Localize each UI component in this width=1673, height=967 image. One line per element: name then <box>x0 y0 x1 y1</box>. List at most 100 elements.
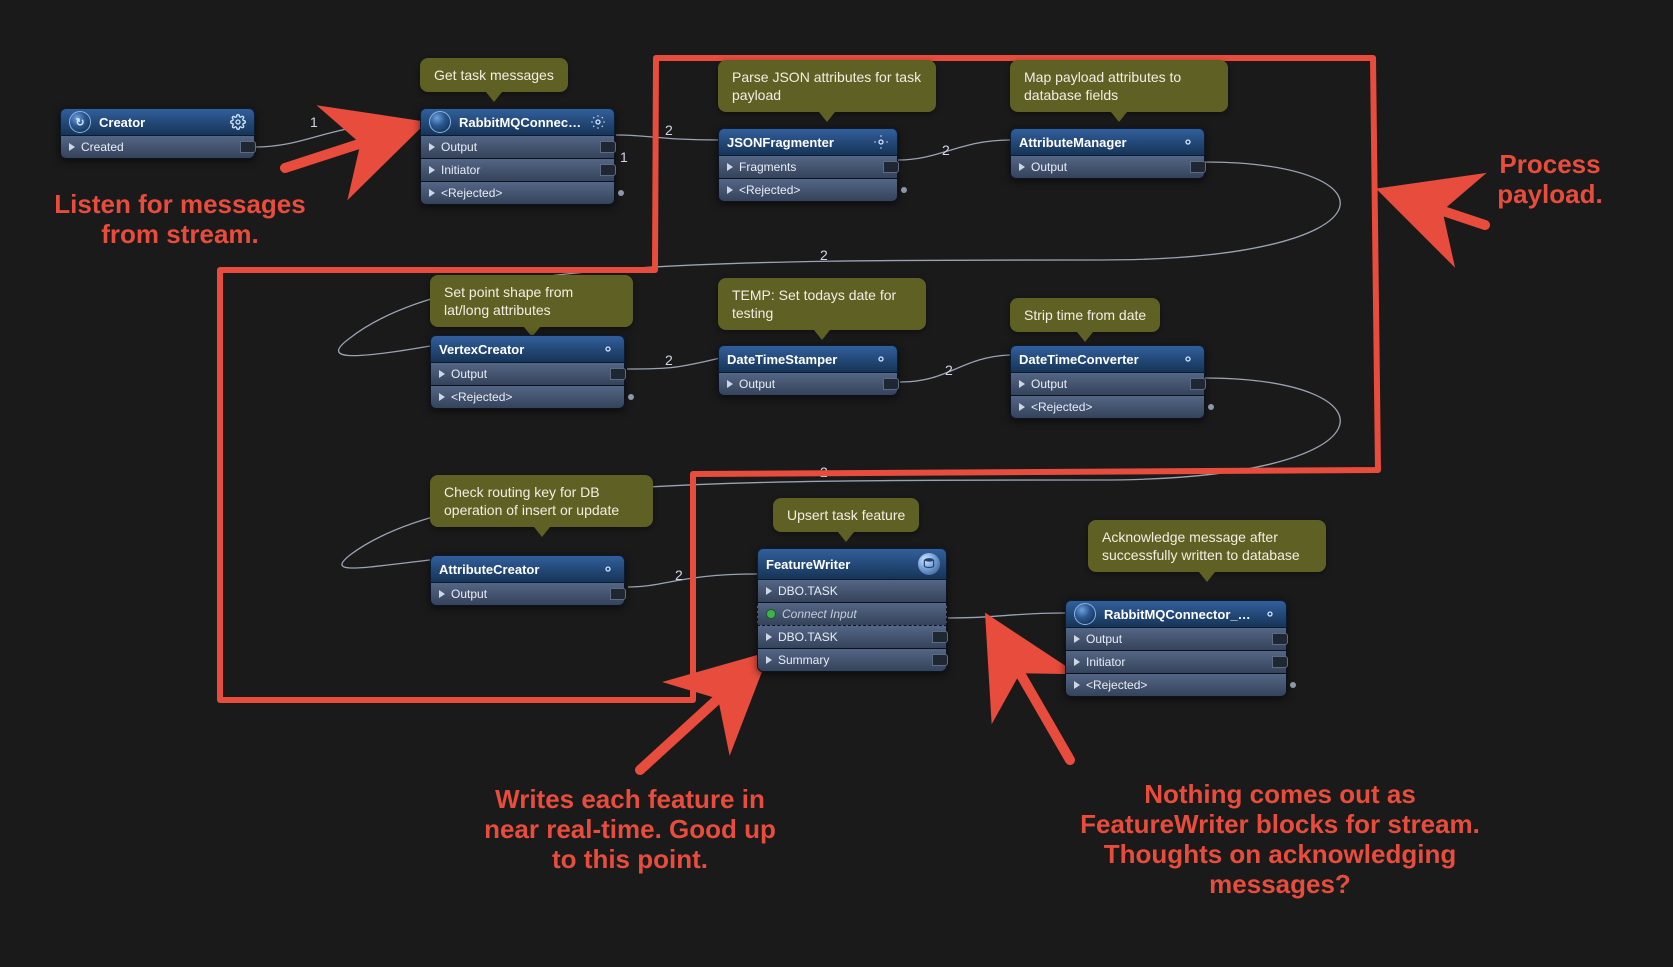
connector-icon <box>1074 603 1096 625</box>
port-label: Created <box>81 140 124 154</box>
tooltip-attribute-creator: Check routing key for DB operation of in… <box>430 475 653 527</box>
arrow-writes-realtime <box>640 665 755 770</box>
tooltip-datetime-stamper: TEMP: Set todays date for testing <box>718 278 926 330</box>
node-datetime-converter[interactable]: DateTimeConverter Output <Rejected> <box>1010 345 1205 419</box>
gear-icon[interactable] <box>873 351 889 367</box>
node-feature-writer[interactable]: FeatureWriter DBO.TASK Connect Input DBO… <box>757 548 947 672</box>
connector-icon <box>429 111 451 133</box>
port-output[interactable]: Output <box>430 583 625 606</box>
port-summary[interactable]: Summary <box>757 649 947 672</box>
port-label: Initiator <box>1086 655 1125 669</box>
edge-count: 2 <box>820 464 828 480</box>
node-datetime-stamper[interactable]: DateTimeStamper Output <box>718 345 898 396</box>
gear-icon[interactable] <box>600 561 616 577</box>
annotation-writes-realtime: Writes each feature in near real-time. G… <box>470 785 790 875</box>
database-icon <box>918 553 940 575</box>
edge-count: 2 <box>820 247 828 263</box>
port-label: Output <box>451 367 487 381</box>
port-label: <Rejected> <box>739 183 800 197</box>
tooltip-feature-writer: Upsert task feature <box>773 498 919 532</box>
edge-count: 2 <box>945 362 953 378</box>
gear-icon[interactable] <box>590 114 606 130</box>
port-label: DBO.TASK <box>778 584 838 598</box>
port-initiator[interactable]: Initiator <box>1065 651 1287 674</box>
port-label: <Rejected> <box>1086 678 1147 692</box>
node-title: DateTimeConverter <box>1019 352 1172 367</box>
gear-icon[interactable] <box>1262 606 1278 622</box>
node-title: AttributeCreator <box>439 562 592 577</box>
node-header[interactable]: DateTimeStamper <box>718 345 898 373</box>
port-output[interactable]: Output <box>1010 373 1205 396</box>
port-output[interactable]: Output <box>420 136 615 159</box>
node-header[interactable]: RabbitMQConnector_Ack <box>1065 600 1287 628</box>
node-creator[interactable]: Creator Created <box>60 108 255 159</box>
node-attribute-manager[interactable]: AttributeManager Output <box>1010 128 1205 179</box>
node-rabbitmq-connector[interactable]: RabbitMQConnector Output Initiator <Reje… <box>420 108 615 205</box>
port-label: DBO.TASK <box>778 630 838 644</box>
tooltip-rabbitmq-main: Get task messages <box>420 58 568 92</box>
gear-icon[interactable] <box>873 134 889 150</box>
port-label: <Rejected> <box>451 390 512 404</box>
gear-icon[interactable] <box>230 114 246 130</box>
arrow-nothing-out <box>995 630 1070 760</box>
port-label: Fragments <box>739 160 796 174</box>
edge-count: 1 <box>310 114 318 130</box>
port-rejected[interactable]: <Rejected> <box>718 179 898 202</box>
edge-count: 2 <box>942 142 950 158</box>
port-dbo-task-out[interactable]: DBO.TASK <box>757 626 947 649</box>
port-label: <Rejected> <box>1031 400 1092 414</box>
node-title: RabbitMQConnector <box>459 115 582 130</box>
port-fragments[interactable]: Fragments <box>718 156 898 179</box>
node-header[interactable]: FeatureWriter <box>757 548 947 580</box>
node-header[interactable]: DateTimeConverter <box>1010 345 1205 373</box>
port-initiator[interactable]: Initiator <box>420 159 615 182</box>
node-title: Creator <box>99 115 222 130</box>
port-output[interactable]: Output <box>718 373 898 396</box>
tooltip-vertex-creator: Set point shape from lat/long attributes <box>430 275 633 327</box>
port-label: Initiator <box>441 163 480 177</box>
port-label: Output <box>1086 632 1122 646</box>
fme-workspace-canvas[interactable]: 1 1 2 2 2 2 2 2 2 Creator Created Get ta… <box>0 0 1673 967</box>
port-dbo-task-in[interactable]: DBO.TASK <box>757 580 947 603</box>
node-vertex-creator[interactable]: VertexCreator Output <Rejected> <box>430 335 625 409</box>
add-input-icon <box>766 609 776 619</box>
annotation-nothing-out: Nothing comes out as FeatureWriter block… <box>1065 780 1495 900</box>
port-output[interactable]: Output <box>1065 628 1287 651</box>
port-rejected[interactable]: <Rejected> <box>1010 396 1205 419</box>
gear-icon[interactable] <box>1180 134 1196 150</box>
port-connect-input[interactable]: Connect Input <box>757 603 947 626</box>
port-created[interactable]: Created <box>60 136 255 159</box>
tooltip-attribute-manager: Map payload attributes to database field… <box>1010 60 1228 112</box>
gear-icon[interactable] <box>600 341 616 357</box>
node-header[interactable]: AttributeCreator <box>430 555 625 583</box>
port-output[interactable]: Output <box>1010 156 1205 179</box>
node-header[interactable]: JSONFragmenter <box>718 128 898 156</box>
port-label: Summary <box>778 653 829 667</box>
node-rabbitmq-ack[interactable]: RabbitMQConnector_Ack Output Initiator <… <box>1065 600 1287 697</box>
edge-count: 2 <box>665 352 673 368</box>
port-label: Output <box>739 377 775 391</box>
edge-count: 2 <box>675 567 683 583</box>
node-title: DateTimeStamper <box>727 352 865 367</box>
node-header[interactable]: Creator <box>60 108 255 136</box>
node-header[interactable]: VertexCreator <box>430 335 625 363</box>
node-header[interactable]: RabbitMQConnector <box>420 108 615 136</box>
gear-icon[interactable] <box>1180 351 1196 367</box>
node-attribute-creator[interactable]: AttributeCreator Output <box>430 555 625 606</box>
node-title: JSONFragmenter <box>727 135 865 150</box>
node-header[interactable]: AttributeManager <box>1010 128 1205 156</box>
tooltip-datetime-converter: Strip time from date <box>1010 298 1160 332</box>
node-title: FeatureWriter <box>766 557 938 572</box>
tooltip-json-fragmenter: Parse JSON attributes for task payload <box>718 60 936 112</box>
tooltip-rabbitmq-ack: Acknowledge message after successfully w… <box>1088 520 1326 572</box>
port-rejected[interactable]: <Rejected> <box>430 386 625 409</box>
creator-icon <box>69 111 91 133</box>
node-title: AttributeManager <box>1019 135 1172 150</box>
port-label: <Rejected> <box>441 186 502 200</box>
port-output[interactable]: Output <box>430 363 625 386</box>
port-rejected[interactable]: <Rejected> <box>1065 674 1287 697</box>
node-title: RabbitMQConnector_Ack <box>1104 607 1254 622</box>
node-json-fragmenter[interactable]: JSONFragmenter Fragments <Rejected> <box>718 128 898 202</box>
port-rejected[interactable]: <Rejected> <box>420 182 615 205</box>
port-label: Output <box>1031 160 1067 174</box>
